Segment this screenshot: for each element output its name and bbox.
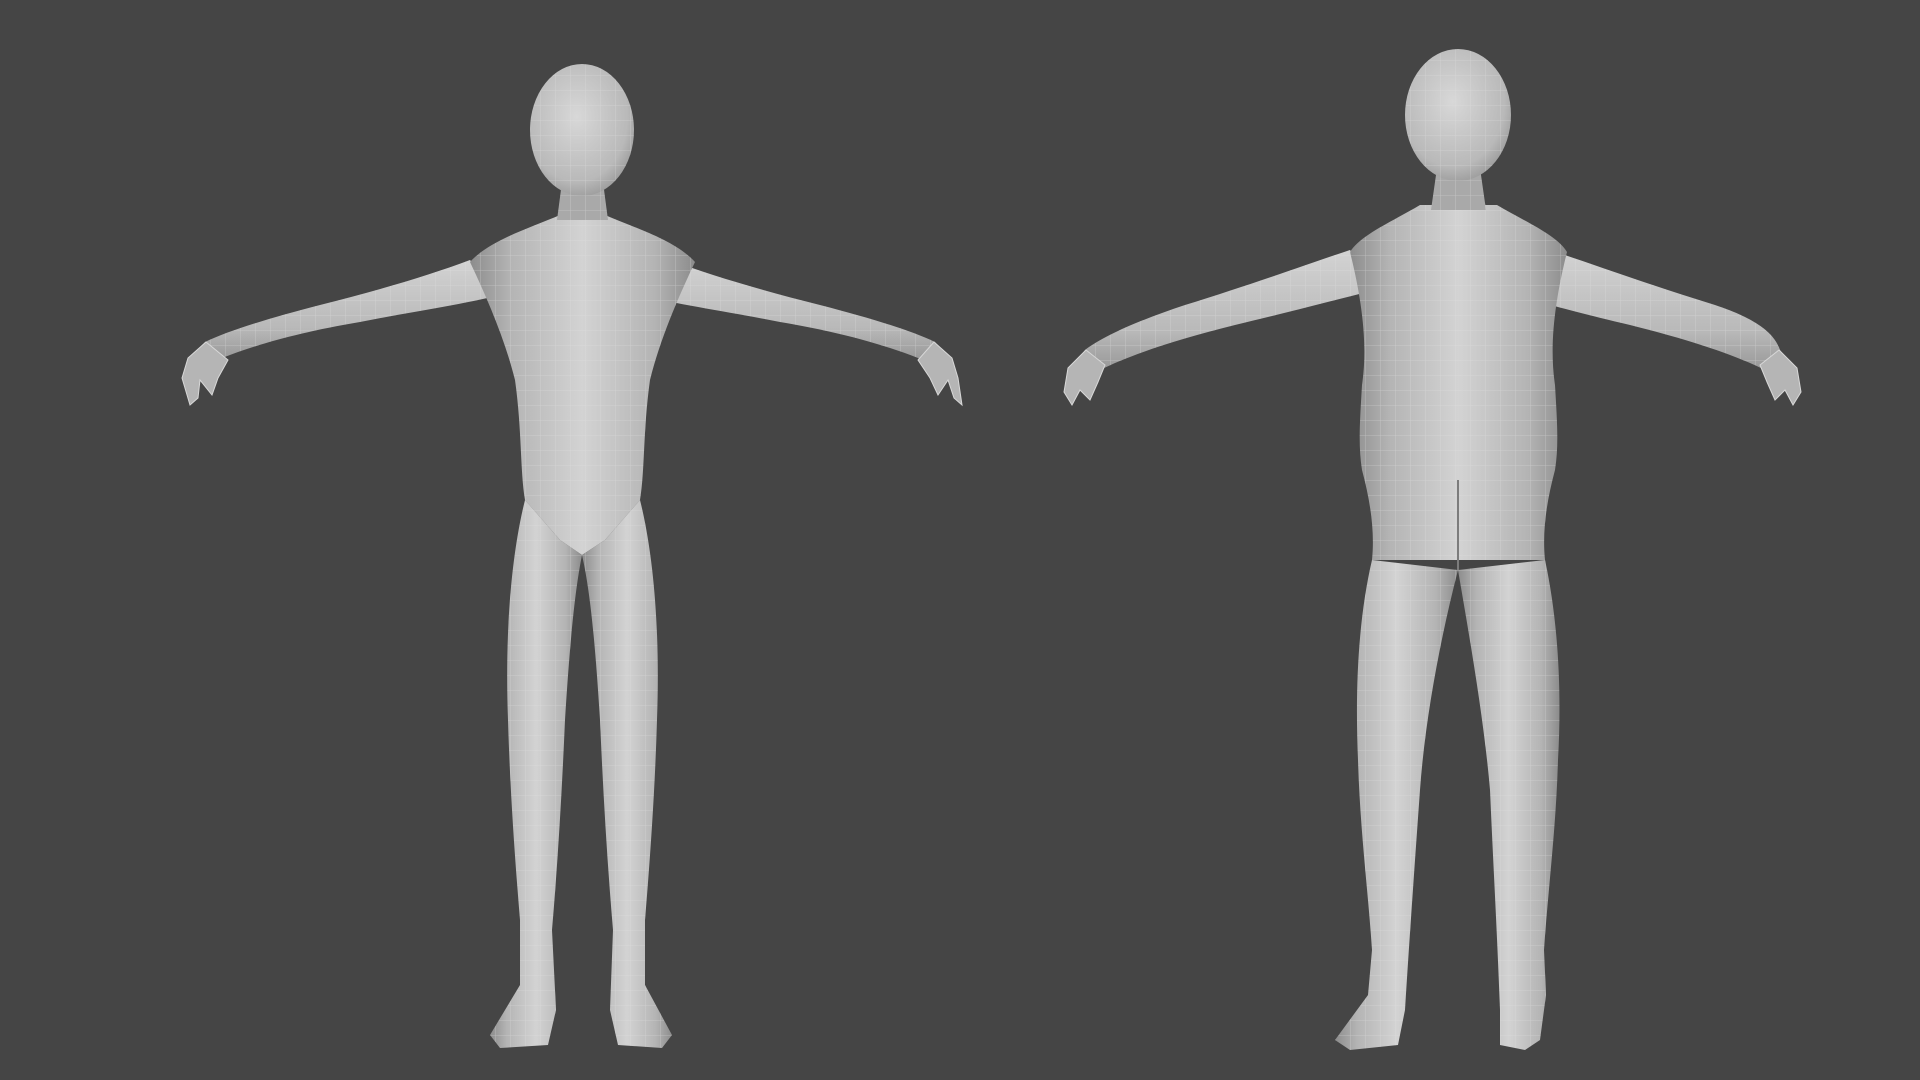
- arm-left: [1068, 250, 1375, 385]
- front-view[interactable]: [181, 64, 963, 1048]
- 3d-viewport[interactable]: [0, 0, 1920, 1080]
- leg-left: [1335, 560, 1458, 1050]
- head: [1405, 49, 1511, 181]
- torso: [1350, 205, 1567, 570]
- head: [530, 64, 634, 196]
- back-view[interactable]: [1063, 49, 1802, 1050]
- leg-right: [1458, 560, 1560, 1050]
- leg-right: [582, 500, 672, 1048]
- viewport-canvas[interactable]: [0, 0, 1920, 1080]
- torso: [470, 215, 695, 555]
- arm-left: [188, 260, 500, 372]
- leg-left: [490, 500, 582, 1048]
